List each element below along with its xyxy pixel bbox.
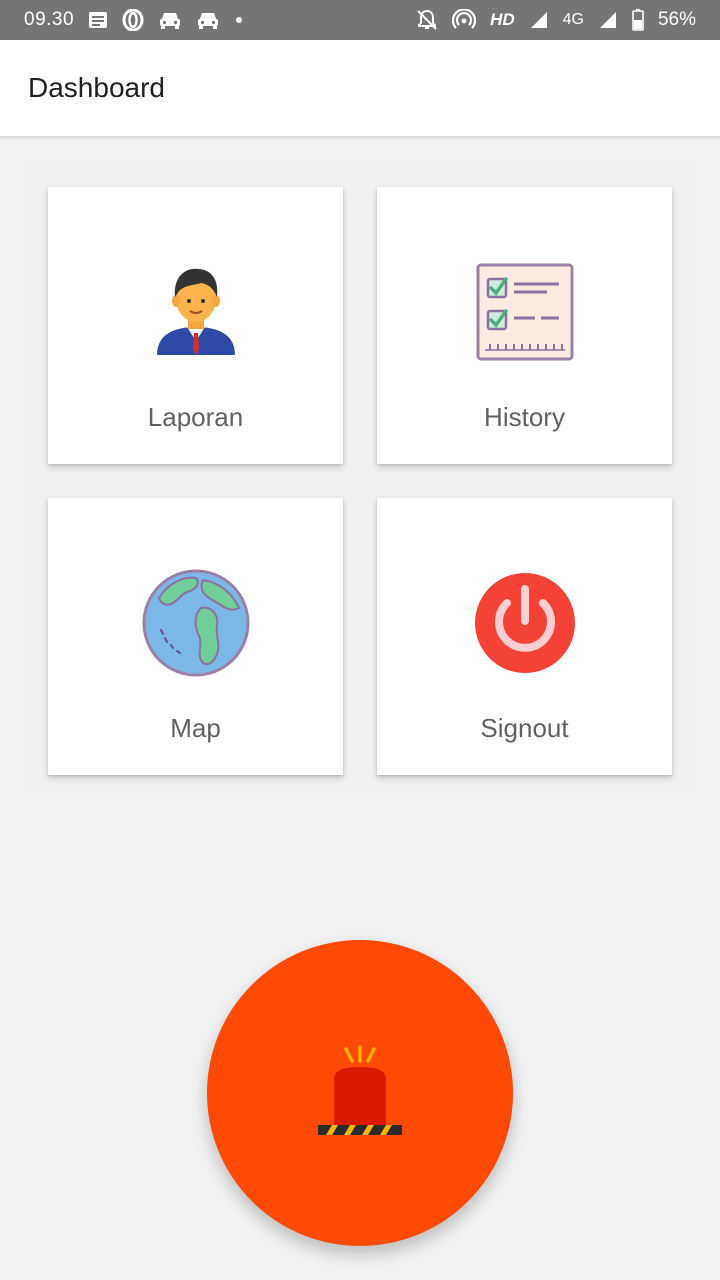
mute-icon bbox=[416, 9, 438, 31]
status-bar: 09.30 HD 4G 56% bbox=[0, 0, 720, 40]
menu-card-signout[interactable]: Signout bbox=[377, 498, 672, 775]
page-title: Dashboard bbox=[28, 72, 165, 103]
menu-grid: Laporan History Map Signout bbox=[24, 160, 696, 790]
car-icon bbox=[158, 9, 182, 31]
network-type-label: 4G bbox=[562, 11, 584, 28]
notes-icon bbox=[88, 9, 108, 31]
signal-icon bbox=[529, 9, 549, 31]
checklist-icon bbox=[377, 257, 672, 367]
menu-card-label: Laporan bbox=[147, 402, 244, 432]
menu-card-label: Signout bbox=[480, 713, 569, 743]
battery-percent: 56% bbox=[657, 9, 696, 30]
businessman-icon bbox=[48, 257, 343, 367]
car-icon bbox=[196, 9, 220, 31]
menu-card-label: Map bbox=[170, 713, 221, 743]
menu-card-history[interactable]: History bbox=[377, 187, 672, 464]
alarm-button[interactable] bbox=[207, 940, 513, 1246]
hotspot-icon bbox=[452, 9, 477, 31]
menu-card-map[interactable]: Map bbox=[48, 498, 343, 775]
dot-icon bbox=[234, 9, 244, 31]
status-time: 09.30 bbox=[24, 9, 75, 30]
power-icon bbox=[377, 568, 672, 678]
siren-icon bbox=[310, 1041, 410, 1146]
menu-card-label: History bbox=[484, 402, 565, 432]
opera-icon bbox=[122, 9, 144, 31]
battery-icon bbox=[632, 9, 644, 31]
globe-icon bbox=[48, 568, 343, 678]
status-bar-right: HD 4G 56% bbox=[416, 9, 696, 31]
app-bar: Dashboard bbox=[0, 40, 720, 136]
menu-card-laporan[interactable]: Laporan bbox=[48, 187, 343, 464]
signal-icon bbox=[598, 9, 618, 31]
network-hd-label: HD bbox=[490, 10, 515, 29]
status-bar-left: 09.30 bbox=[24, 9, 244, 31]
